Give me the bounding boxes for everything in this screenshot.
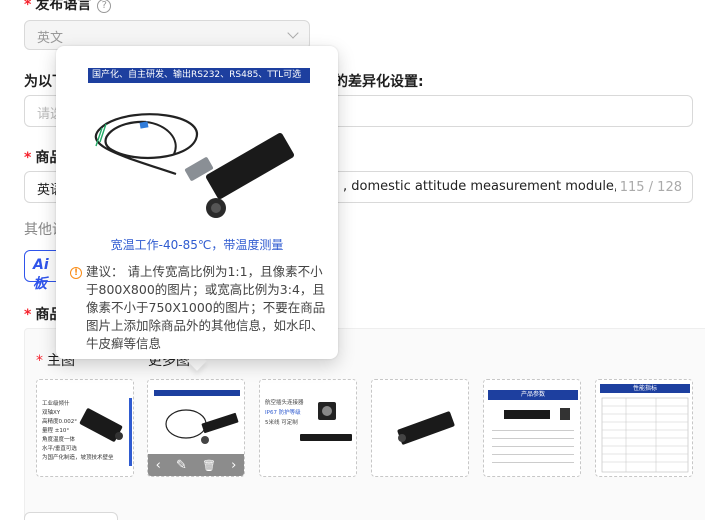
thumb-1-line: 双轴XY <box>42 410 61 416</box>
thumb-3-line: IP67 防护等级 <box>265 410 301 416</box>
thumb-6-graphic <box>596 380 692 476</box>
required-mark: * <box>36 353 43 369</box>
thumb-1-line: 高精度0.002° <box>42 419 77 425</box>
thumb-2-action-bar: ‹ ✎ 🗑 › <box>148 454 244 476</box>
thumb-1-line: 量程 ±10° <box>42 428 70 434</box>
product-image-thumb-3[interactable]: 航空插头连接器 IP67 防护等级 5米线 可定制 <box>259 379 357 477</box>
diff-settings-label-right: 的差异化设置: <box>334 74 424 90</box>
required-mark: * <box>24 150 32 166</box>
product-image-thumb-1[interactable]: 工业级倾什 双轴XY 高精度0.002° 量程 ±10° 角度温度一体 水平/垂… <box>36 379 134 477</box>
edit-icon[interactable]: ✎ <box>176 458 187 473</box>
thumb-1-line: 角度温度一体 <box>42 437 76 443</box>
required-mark: * <box>24 0 32 13</box>
help-icon[interactable]: ? <box>97 0 112 13</box>
warning-icon: ! <box>70 267 82 279</box>
title-char-counter: 115 / 128 <box>615 180 682 195</box>
thumb-6-banner: 性能指标 <box>632 385 657 392</box>
popover-product-image <box>94 113 295 218</box>
next-icon[interactable]: › <box>231 458 236 473</box>
thumb-1-line: 为国产化制造，坡顶技术壁垒 <box>42 455 114 461</box>
product-image-thumb-4[interactable] <box>371 379 469 477</box>
popover-banner: 国产化、自主研发、输出RS232、RS485、TTL可选 <box>88 68 310 83</box>
thumb-3-line: 航空插头连接器 <box>265 400 304 406</box>
language-select-value: 英文 <box>37 31 64 46</box>
title-input-value: , domestic attitude measurement module, … <box>343 179 642 194</box>
thumb-1-line: 工业级倾什 <box>42 401 70 407</box>
product-image-thumb-2[interactable]: ‹ ✎ 🗑 › <box>147 379 245 477</box>
thumb-3-graphic <box>260 380 356 476</box>
language-label: * 发布语言? <box>24 0 112 14</box>
thumb-4-graphic <box>372 380 468 476</box>
thumb-1-line: 水平/垂直可选 <box>42 446 77 452</box>
thumb-1-text: 工业级倾什 双轴XY 高精度0.002° 量程 ±10° 角度温度一体 水平/垂… <box>42 400 114 463</box>
image-preview-popover: 国产化、自主研发、输出RS232、RS485、TTL可选 宽温工作-40-85℃… <box>56 46 338 359</box>
upload-tip-text: 建议： 请上传宽高比例为1:1，且像素不小于800X800的图片；或宽高比例为3… <box>86 264 326 351</box>
prev-icon[interactable]: ‹ <box>156 458 161 473</box>
language-label-text: 发布语言 <box>35 0 92 13</box>
thumb-3-line: 5米线 可定制 <box>265 420 298 426</box>
required-mark: * <box>24 307 32 323</box>
popover-caption: 宽温工作-40-85℃，带温度测量 <box>110 238 284 252</box>
product-image-thumb-5[interactable]: 产品参数 <box>483 379 581 477</box>
delete-icon[interactable]: 🗑 <box>202 459 216 472</box>
chevron-down-icon <box>287 27 299 39</box>
thumb-5-banner: 产品参数 <box>520 391 545 398</box>
bottom-button[interactable] <box>24 512 118 520</box>
thumb-3-text: 航空插头连接器 IP67 防护等级 5米线 可定制 <box>265 398 304 428</box>
product-image-thumb-6[interactable]: 性能指标 <box>595 379 693 477</box>
